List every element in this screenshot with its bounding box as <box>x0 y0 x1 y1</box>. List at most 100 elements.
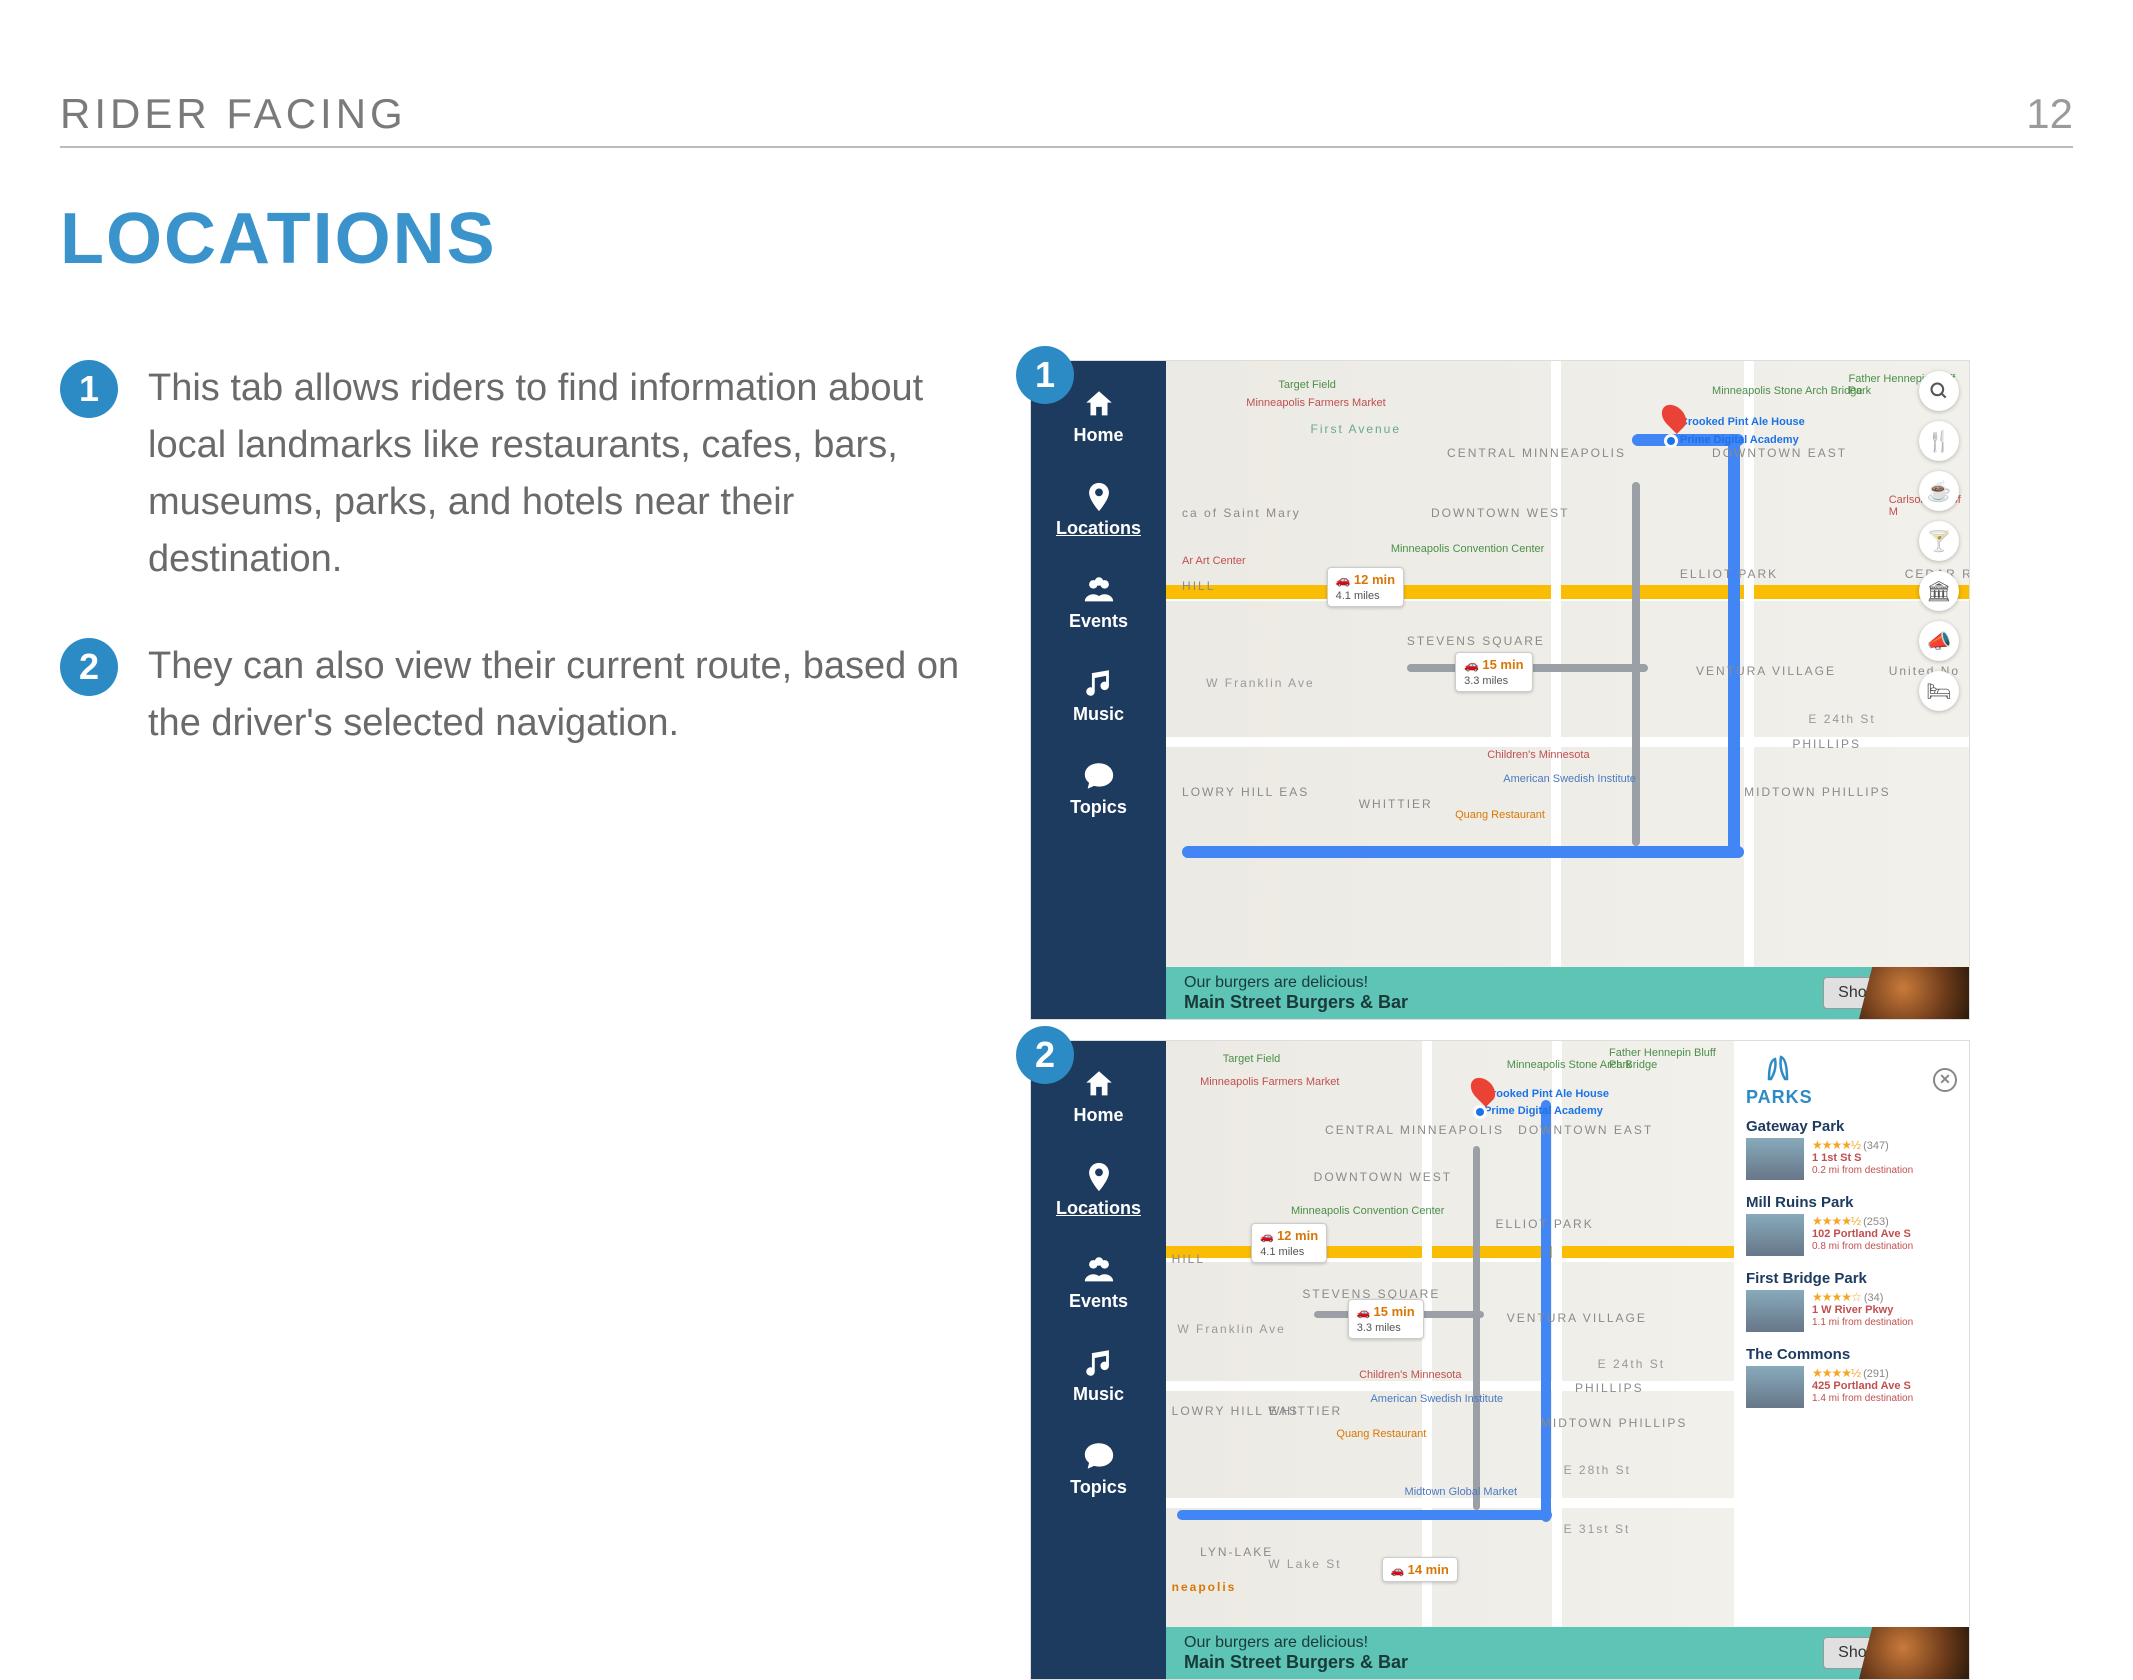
map-view[interactable]: CENTRAL MINNEAPOLIS DOWNTOWN WEST DOWNTO… <box>1166 1041 1734 1627</box>
poi-label: Minneapolis Farmers Market <box>1246 397 1385 409</box>
poi-label: Minneapolis Convention Center <box>1291 1205 1444 1217</box>
nav-label: Locations <box>1056 1198 1141 1219</box>
destination-label: Crooked Pint Ale House <box>1680 416 1805 428</box>
bullet-badge-1: 1 <box>60 360 118 418</box>
nav-events[interactable]: Events <box>1031 1247 1166 1318</box>
poi-card[interactable]: Gateway Park★★★★½ (347)1 1st St S0.2 mi … <box>1746 1118 1957 1180</box>
street-label: W Franklin Ave <box>1206 676 1314 690</box>
museum-icon[interactable]: 🏛 <box>1919 571 1959 611</box>
panel-title: PARKS <box>1746 1087 1813 1108</box>
neighborhood-label: MIDTOWN PHILLIPS <box>1744 785 1890 799</box>
nav-label: Topics <box>1070 1477 1127 1498</box>
route-info-bubble: 🚗 12 min4.1 miles <box>1251 1223 1327 1263</box>
bullet-item: 2 They can also view their current route… <box>60 638 990 752</box>
nav-locations[interactable]: Locations <box>1031 474 1166 545</box>
nav-label: Music <box>1073 704 1124 725</box>
ad-business: Main Street Burgers & Bar <box>1184 1652 1803 1673</box>
ad-image <box>1859 967 1969 1019</box>
route-info-bubble: 🚗 15 min3.3 miles <box>1455 652 1532 692</box>
callout-badge-1: 1 <box>1016 346 1074 404</box>
destination-label: Prime Digital Academy <box>1484 1105 1603 1117</box>
neighborhood-label: DOWNTOWN EAST <box>1712 446 1847 460</box>
review-count: (34) <box>1864 1292 1884 1304</box>
poi-card[interactable]: The Commons★★★★½ (291)425 Portland Ave S… <box>1746 1346 1957 1408</box>
route-info-bubble: 🚗 15 min3.3 miles <box>1348 1299 1424 1339</box>
neighborhood-label: MIDTOWN PHILLIPS <box>1541 1416 1687 1430</box>
destination-label: Crooked Pint Ale House <box>1484 1088 1609 1100</box>
ad-business: Main Street Burgers & Bar <box>1184 992 1803 1013</box>
nav-locations[interactable]: Locations <box>1031 1154 1166 1225</box>
neighborhood-label: DOWNTOWN EAST <box>1518 1123 1653 1137</box>
pin-icon <box>1082 480 1116 514</box>
nav-topics[interactable]: Topics <box>1031 753 1166 824</box>
neighborhood-label: CENTRAL MINNEAPOLIS <box>1447 446 1626 460</box>
review-count: (347) <box>1863 1140 1889 1152</box>
users-icon <box>1082 1253 1116 1287</box>
poi-thumbnail <box>1746 1290 1804 1332</box>
neighborhood-label: DOWNTOWN WEST <box>1431 506 1569 520</box>
bullet-text-1: This tab allows riders to find informati… <box>148 360 990 588</box>
close-icon[interactable]: ✕ <box>1933 1068 1957 1092</box>
nav-label: Home <box>1073 1105 1123 1126</box>
neighborhood-label: STEVENS SQUARE <box>1407 634 1545 648</box>
poi-address: 1 1st St S <box>1812 1152 1862 1164</box>
neighborhood-label: PHILLIPS <box>1575 1381 1644 1395</box>
star-rating: ★★★★☆ <box>1812 1290 1861 1304</box>
bar-icon[interactable]: 🍸 <box>1919 521 1959 561</box>
app-screenshot-1: HomeLocationsEventsMusicTopics CENTRAL M… <box>1030 360 1970 1020</box>
poi-thumbnail <box>1746 1366 1804 1408</box>
street-label: E 24th St <box>1808 712 1875 726</box>
poi-label: First Avenue <box>1311 422 1401 436</box>
poi-distance: 1.4 mi from destination <box>1812 1393 1913 1404</box>
street-label: E 31st St <box>1564 1522 1631 1536</box>
poi-thumbnail <box>1746 1214 1804 1256</box>
nav-label: Events <box>1069 1291 1128 1312</box>
map-category-tools: 🍴 ☕ 🍸 🏛 📣 🛏 <box>1919 371 1959 711</box>
poi-name: Gateway Park <box>1746 1118 1957 1135</box>
announce-icon[interactable]: 📣 <box>1919 621 1959 661</box>
restaurant-icon[interactable]: 🍴 <box>1919 421 1959 461</box>
nav-music[interactable]: Music <box>1031 1340 1166 1411</box>
chat-icon <box>1082 1439 1116 1473</box>
poi-label: Ar Art Center <box>1182 555 1246 567</box>
neighborhood-label: PHILLIPS <box>1792 737 1861 751</box>
poi-label: Target Field <box>1223 1053 1280 1065</box>
neighborhood-label: HILL <box>1172 1252 1205 1266</box>
ad-banner: Our burgers are delicious! Main Street B… <box>1166 1627 1969 1679</box>
nav-topics[interactable]: Topics <box>1031 1433 1166 1504</box>
poi-thumbnail <box>1746 1138 1804 1180</box>
neighborhood-label: VENTURA VILLAGE <box>1696 664 1836 678</box>
poi-card[interactable]: First Bridge Park★★★★☆ (34)1 W River Pkw… <box>1746 1270 1957 1332</box>
poi-card[interactable]: Mill Ruins Park★★★★½ (253)102 Portland A… <box>1746 1194 1957 1256</box>
poi-label: Children's Minnesota <box>1487 749 1589 761</box>
poi-name: The Commons <box>1746 1346 1957 1363</box>
cafe-icon[interactable]: ☕ <box>1919 471 1959 511</box>
street-label: W Franklin Ave <box>1177 1322 1285 1336</box>
neighborhood-label: DOWNTOWN WEST <box>1314 1170 1452 1184</box>
star-rating: ★★★★½ <box>1812 1214 1860 1228</box>
poi-address: 425 Portland Ave S <box>1812 1380 1911 1392</box>
poi-label: Target Field <box>1278 379 1335 391</box>
nav-events[interactable]: Events <box>1031 567 1166 638</box>
park-label: Minneapolis Stone Arch Bridge <box>1712 385 1862 397</box>
hotel-icon[interactable]: 🛏 <box>1919 671 1959 711</box>
street-label: W Lake St <box>1268 1557 1341 1571</box>
ad-banner: Our burgers are delicious! Main Street B… <box>1166 967 1969 1019</box>
app-sidebar: HomeLocationsEventsMusicTopics <box>1031 361 1166 1019</box>
neighborhood-label: LOWRY HILL EAS <box>1172 1404 1299 1418</box>
poi-address: 102 Portland Ave S <box>1812 1228 1911 1240</box>
star-rating: ★★★★½ <box>1812 1366 1860 1380</box>
section-label: RIDER FACING <box>60 90 407 138</box>
page-number: 12 <box>2026 90 2073 138</box>
poi-label: Minneapolis Convention Center <box>1391 543 1544 555</box>
nav-music[interactable]: Music <box>1031 660 1166 731</box>
home-icon <box>1082 387 1116 421</box>
poi-label: Children's Minnesota <box>1359 1369 1461 1381</box>
search-icon[interactable] <box>1919 371 1959 411</box>
callout-badge-2: 2 <box>1016 1026 1074 1084</box>
nav-label: Locations <box>1056 518 1141 539</box>
poi-label: Quang Restaurant <box>1455 809 1545 821</box>
neighborhood-label: ELLIOT PARK <box>1495 1217 1593 1231</box>
route-info-bubble: 🚗 14 min <box>1382 1557 1458 1582</box>
map-view[interactable]: CENTRAL MINNEAPOLIS DOWNTOWN WEST DOWNTO… <box>1166 361 1969 967</box>
